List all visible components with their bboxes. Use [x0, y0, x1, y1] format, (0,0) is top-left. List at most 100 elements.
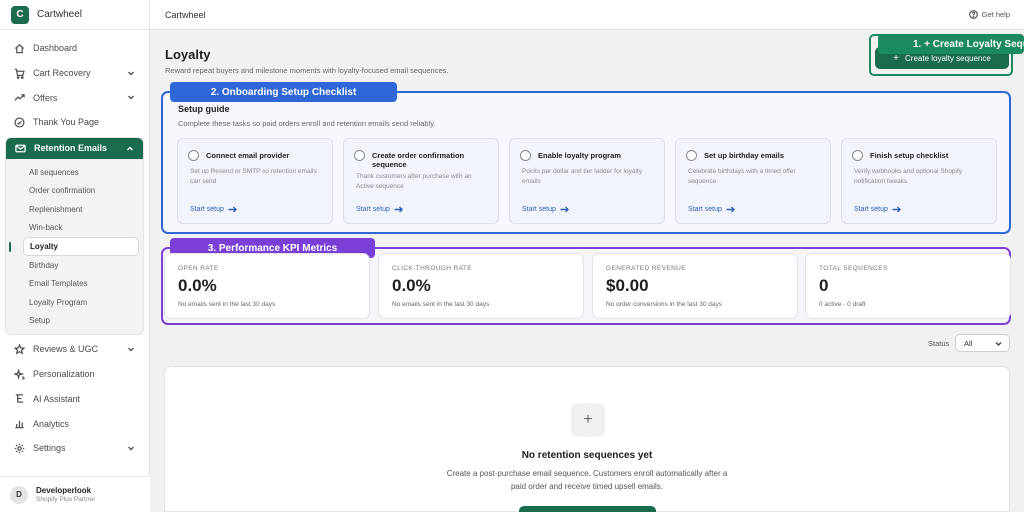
topbar-title: Cartwheel — [165, 9, 206, 20]
kpi-note: No emails sent in the last 30 days — [178, 301, 276, 308]
sidebar-item-dashboard[interactable]: Dashboard — [0, 36, 149, 61]
user-name: Developerlook — [36, 486, 92, 495]
task-title: Finish setup checklist — [870, 151, 949, 160]
kpi-value: 0.0% — [178, 276, 217, 295]
brand[interactable]: C Cartwheel — [0, 0, 149, 30]
sidebar-item-label: Offers — [33, 92, 58, 103]
sidebar: C Cartwheel Dashboard Cart Recovery Offe… — [0, 0, 150, 512]
page-title: Loyalty — [165, 47, 211, 62]
status-filter-label: Status — [928, 339, 950, 348]
task-description: Verify webhooks and optional Shopify not… — [854, 168, 963, 185]
start-setup-link[interactable]: Start setup — [522, 206, 569, 213]
kpi-card-open-rate: OPEN RATE 0.0% No emails sent in the las… — [164, 253, 370, 319]
get-help-link[interactable]: Get help — [968, 10, 1010, 19]
mail-icon — [15, 144, 26, 153]
setup-task-card[interactable]: Finish setup checklist Verify webhooks a… — [841, 138, 997, 224]
trend-icon — [14, 94, 25, 101]
avatar: D — [10, 485, 28, 504]
sidebar-subitem-email-templates[interactable]: Email Templates — [6, 274, 143, 293]
sidebar-item-thank-you-page[interactable]: Thank You Page — [0, 110, 149, 135]
task-description: Thank customers after purchase with an A… — [356, 173, 472, 190]
sidebar-item-personalization[interactable]: Personalization — [0, 362, 149, 387]
sidebar-item-analytics[interactable]: Analytics — [0, 411, 149, 436]
sidebar-item-cart-recovery[interactable]: Cart Recovery — [0, 61, 149, 86]
kpi-card-click-through-rate: CLICK-THROUGH RATE 0.0% No emails sent i… — [378, 253, 584, 319]
task-title: Set up birthday emails — [704, 151, 785, 160]
start-setup-link[interactable]: Start setup — [356, 206, 403, 213]
sidebar-subitem-setup[interactable]: Setup — [6, 312, 143, 331]
sidebar-item-offers[interactable]: Offers — [0, 85, 149, 110]
empty-state-create-button[interactable] — [519, 506, 656, 512]
sidebar-subitem-replenishment[interactable]: Replenishment — [6, 200, 143, 219]
sparkle-icon — [14, 368, 25, 380]
chevron-down-icon[interactable] — [127, 69, 135, 77]
start-setup-link[interactable]: Start setup — [190, 206, 237, 213]
setup-task-card[interactable]: Connect email provider Set up Resend or … — [177, 138, 333, 224]
start-setup-label: Start setup — [522, 206, 556, 213]
arrow-right-icon — [892, 206, 901, 213]
sidebar-subitem-order-confirmation[interactable]: Order confirmation — [6, 181, 143, 200]
sidebar-item-retention-emails[interactable]: Retention Emails — [6, 137, 143, 159]
chevron-down-icon[interactable] — [127, 93, 135, 101]
kpi-label: TOTAL SEQUENCES — [819, 265, 888, 272]
setup-guide-title: Setup guide — [178, 104, 230, 114]
sidebar-subitem-birthday[interactable]: Birthday — [6, 256, 143, 275]
task-checkbox[interactable] — [520, 150, 531, 161]
start-setup-label: Start setup — [356, 206, 390, 213]
task-checkbox[interactable] — [188, 150, 199, 161]
sidebar-item-label: AI Assistant — [33, 393, 81, 404]
chevron-down-icon[interactable] — [127, 444, 135, 452]
sidebar-group-retention-emails: Retention Emails All sequences Order con… — [5, 136, 144, 336]
task-description: Set up Resend or SMTP so retention email… — [190, 168, 317, 185]
arrow-right-icon — [726, 206, 735, 213]
kpi-value: 0.0% — [392, 276, 431, 295]
sidebar-subitem-win-back[interactable]: Win-back — [6, 219, 143, 238]
topbar: Cartwheel Get help — [150, 0, 1024, 30]
start-setup-link[interactable]: Start setup — [688, 206, 735, 213]
kpi-card-total-sequences: TOTAL SEQUENCES 0 0 active · 0 draft — [805, 253, 1011, 319]
sidebar-subitem-label: Loyalty — [30, 241, 59, 251]
kpi-label: GENERATED REVENUE — [606, 265, 686, 272]
arrow-right-icon — [394, 206, 403, 213]
sidebar-subitem-loyalty-program[interactable]: Loyalty Program — [6, 293, 143, 312]
empty-state-description: Create a post-purchase email sequence. C… — [446, 469, 728, 491]
start-setup-label: Start setup — [190, 206, 224, 213]
sidebar-subitem-all-sequences[interactable]: All sequences — [6, 163, 143, 182]
kpi-value: $0.00 — [606, 276, 649, 295]
create-button-label: Create loyalty sequence — [905, 53, 991, 63]
kpi-card-generated-revenue: GENERATED REVENUE $0.00 No order convers… — [592, 253, 798, 319]
kpi-label: OPEN RATE — [178, 265, 219, 272]
chevron-down-icon — [995, 342, 1002, 346]
status-filter-value: All — [964, 338, 973, 348]
plus-icon: + — [893, 52, 899, 64]
sidebar-nav: Dashboard Cart Recovery Offers Thank You… — [0, 30, 149, 461]
help-circle-icon — [968, 10, 978, 19]
get-help-label: Get help — [981, 10, 1010, 19]
kpi-note: 0 active · 0 draft — [819, 301, 866, 308]
sidebar-item-reviews-ugc[interactable]: Reviews & UGC — [0, 337, 149, 362]
setup-task-card[interactable]: Set up birthday emails Celebrate birthda… — [675, 138, 831, 224]
setup-task-card[interactable]: Create order confirmation sequence Thank… — [343, 138, 499, 224]
annotation-label-create: 1. + Create Loyalty Sequence — [878, 34, 1024, 54]
user-account[interactable]: D Developerlook Shopify Plus Partner — [0, 476, 150, 512]
task-checkbox[interactable] — [852, 150, 863, 161]
chevron-up-icon[interactable] — [126, 145, 134, 153]
start-setup-link[interactable]: Start setup — [854, 206, 901, 213]
setup-task-card[interactable]: Enable loyalty program Points per dollar… — [509, 138, 665, 224]
sidebar-item-label: Dashboard — [33, 43, 78, 54]
plus-icon: + — [571, 403, 605, 437]
kpi-value: 0 — [819, 276, 829, 295]
home-icon — [14, 43, 25, 54]
sidebar-item-label: Reviews & UGC — [33, 344, 99, 355]
status-filter-select[interactable]: All — [955, 334, 1010, 352]
task-checkbox[interactable] — [354, 150, 365, 161]
sidebar-item-settings[interactable]: Settings — [0, 436, 149, 461]
sidebar-item-ai-assistant[interactable]: AI Assistant — [0, 386, 149, 411]
task-checkbox[interactable] — [686, 150, 697, 161]
user-info: Developerlook Shopify Plus Partner — [36, 486, 95, 503]
chevron-down-icon[interactable] — [127, 345, 135, 353]
sidebar-subitem-loyalty[interactable]: Loyalty — [9, 237, 139, 256]
sidebar-group-label: Retention Emails — [34, 143, 108, 154]
brand-name: Cartwheel — [37, 9, 83, 20]
sidebar-item-label: Settings — [33, 443, 66, 454]
